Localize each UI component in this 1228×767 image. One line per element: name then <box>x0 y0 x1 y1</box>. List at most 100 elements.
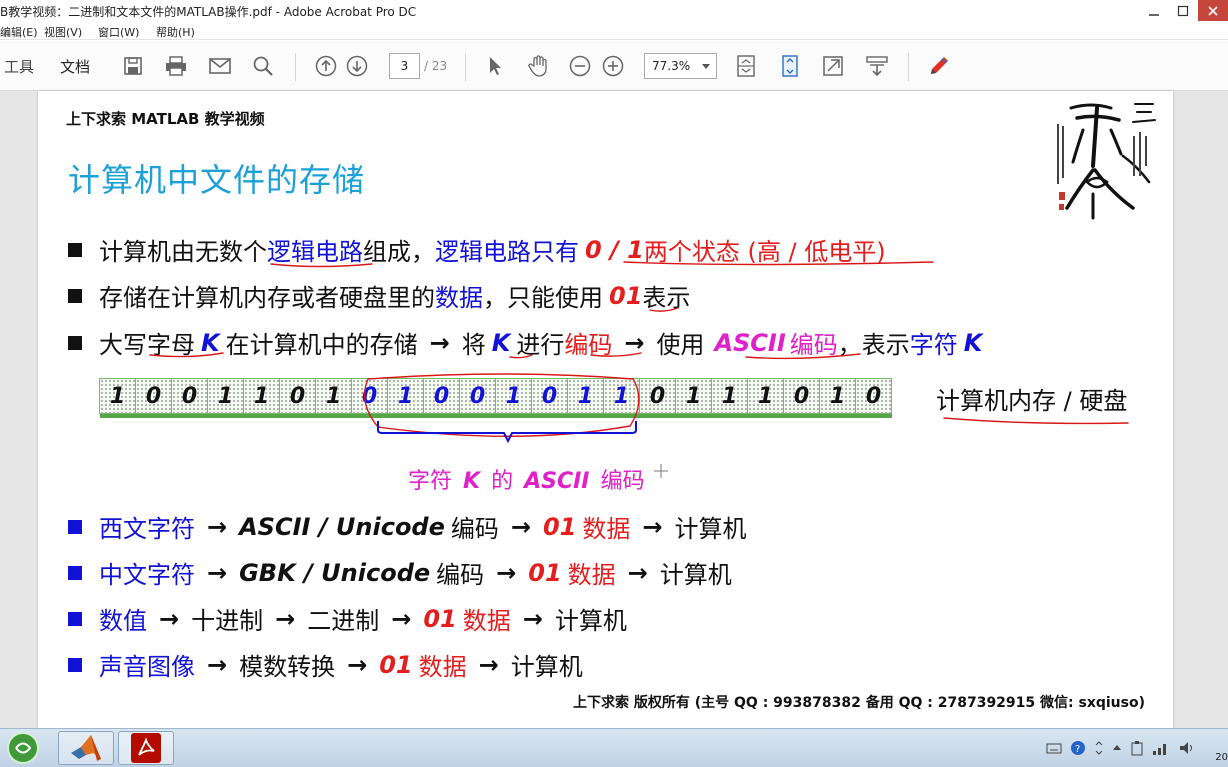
crosshair-cursor-icon <box>654 464 668 478</box>
save-icon[interactable] <box>120 53 146 79</box>
text-states: 两个状态 (高 / 低电平) <box>643 238 886 266</box>
pdf-page: 上下求索 MATLAB 教学视频 计算机中文件的存储 计算机由无数个 逻辑电路 … <box>38 91 1173 728</box>
term-ascii: ASCII <box>524 469 590 494</box>
text-computer: 计算机 <box>554 607 627 635</box>
bit-cell: 0 <box>279 378 316 414</box>
toolbar-divider <box>465 53 466 81</box>
acrobat-icon <box>131 733 161 763</box>
maximize-button[interactable] <box>1169 0 1197 21</box>
pen-icon[interactable] <box>926 53 952 79</box>
svg-text:?: ? <box>1075 744 1080 755</box>
zoom-select[interactable]: 77.3% <box>644 53 717 79</box>
tab-tools[interactable]: 工具 <box>4 56 34 77</box>
bit-cell: 0 <box>459 378 496 414</box>
minimize-button[interactable] <box>1140 0 1168 21</box>
bullet-data-storage: 存储在计算机内存或者硬盘里的 数据 ，只能使用 01 表示 <box>68 278 690 313</box>
copyright-footer: 上下求索 版权所有 (主号 QQ : 993878382 备用 QQ : 278… <box>573 695 1145 711</box>
menu-help[interactable]: 帮助(H) <box>156 24 195 40</box>
print-icon[interactable] <box>163 53 189 79</box>
text: 大写 <box>99 331 147 359</box>
toolbar-divider <box>295 53 296 81</box>
bullet-square-icon <box>68 288 82 303</box>
text: 进行 <box>516 331 565 359</box>
menu-bar: 编辑(E) 视图(V) 窗口(W) 帮助(H) <box>0 22 1228 40</box>
text-data: 数据 <box>418 653 467 681</box>
term-ascii: ASCII <box>714 328 786 357</box>
text-zero-one: 0 / 1 <box>585 235 644 264</box>
menu-view[interactable]: 视图(V) <box>44 24 82 40</box>
bullet-letter-k: 大写 字母 K 在计算机中的存储 → 将 K 进行 编码 → 使用 ASCII … <box>68 325 982 360</box>
close-button[interactable] <box>1198 0 1228 21</box>
text-zero-one: 01 <box>528 558 562 587</box>
zoom-out-icon[interactable] <box>567 53 593 79</box>
previous-page-icon[interactable] <box>313 53 339 79</box>
text-zero-one: 01 <box>379 650 413 679</box>
arrow-icon: → <box>478 650 499 679</box>
taskbar-acrobat[interactable] <box>118 731 174 765</box>
search-icon[interactable] <box>250 53 276 79</box>
tray-arrows-icon[interactable] <box>1094 740 1104 756</box>
keyboard-icon[interactable] <box>1046 741 1062 755</box>
text: 使用 <box>656 331 705 359</box>
bit-cell: 1 <box>603 378 640 414</box>
text-computer: 计算机 <box>659 561 732 589</box>
text-encoding-scheme: ASCII / Unicode <box>239 512 445 541</box>
term-encoding: 编码 <box>789 331 838 359</box>
bit-strip: 1001101010010110111010 <box>99 378 892 418</box>
arrow-icon: → <box>429 328 450 357</box>
text: 编码 <box>436 561 485 589</box>
help-icon[interactable]: ? <box>1070 740 1086 756</box>
arrow-icon: → <box>347 650 368 679</box>
arrow-icon: → <box>624 328 645 357</box>
list-item-western-chars: 西文字符 → ASCII / Unicode 编码 → 01 数据 → 计算机 <box>68 509 747 544</box>
menu-edit[interactable]: 编辑(E) <box>0 24 38 40</box>
term-logic-circuit: 逻辑电路 <box>267 238 363 266</box>
bit-cell: 1 <box>819 378 856 414</box>
chevron-up-icon[interactable] <box>1112 740 1122 756</box>
hand-tool-icon[interactable] <box>525 53 551 79</box>
memory-disk-label: 计算机内存 / 硬盘 <box>936 387 1128 415</box>
scroll-mode-icon[interactable] <box>777 53 803 79</box>
bullet-square-icon <box>68 565 82 580</box>
next-page-icon[interactable] <box>344 53 370 79</box>
page-number-input[interactable]: 3 <box>389 53 420 79</box>
menu-window[interactable]: 窗口(W) <box>98 24 139 40</box>
bit-cell: 0 <box>531 378 568 414</box>
toolbar: 工具 文档 <box>0 41 1228 91</box>
text: 字符 <box>408 469 453 494</box>
tab-document[interactable]: 文档 <box>60 56 90 77</box>
bit-cell: 1 <box>207 378 244 414</box>
list-item-chinese-chars: 中文字符 → GBK / Unicode 编码 → 01 数据 → 计算机 <box>68 555 732 590</box>
matlab-icon <box>71 735 101 761</box>
bit-cell: 1 <box>99 378 136 414</box>
full-screen-icon[interactable] <box>820 53 846 79</box>
taskbar-matlab[interactable] <box>58 731 114 765</box>
text: 编码 <box>600 469 645 494</box>
start-button[interactable] <box>0 731 46 765</box>
text: 的 <box>491 469 514 494</box>
bit-cell: 0 <box>171 378 208 414</box>
windows-start-icon <box>7 732 39 764</box>
letter-k: K <box>963 328 983 357</box>
fit-page-icon[interactable] <box>733 53 759 79</box>
term-encoding: 编码 <box>564 331 613 359</box>
volume-icon[interactable] <box>1178 740 1196 756</box>
text: 字母 <box>147 331 195 359</box>
text: ，表示 <box>837 331 910 359</box>
arrow-icon: → <box>275 604 296 633</box>
bullet-logic-circuits: 计算机由无数个 逻辑电路 组成， 逻辑电路只有 0 / 1 两个状态 (高 / … <box>68 232 886 267</box>
network-signal-icon[interactable] <box>1152 740 1170 756</box>
arrow-icon: → <box>510 512 531 541</box>
text: 组成， <box>363 238 435 266</box>
zoom-in-icon[interactable] <box>600 53 626 79</box>
bit-cell: 1 <box>387 378 424 414</box>
bit-cell: 0 <box>783 378 820 414</box>
text-computer: 计算机 <box>510 653 583 681</box>
underline-memory-label <box>943 417 1129 425</box>
clock-text[interactable]: 20 <box>1215 752 1228 763</box>
read-mode-icon[interactable] <box>864 53 890 79</box>
clipboard-icon[interactable] <box>1130 740 1144 756</box>
select-cursor-icon[interactable] <box>482 53 508 79</box>
email-icon[interactable] <box>207 53 233 79</box>
text-data: 数据 <box>462 607 511 635</box>
